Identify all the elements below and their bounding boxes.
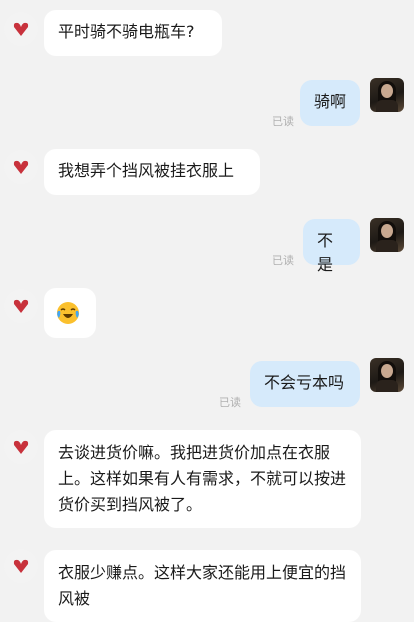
read-receipt: 已读 xyxy=(272,115,294,128)
user-avatar[interactable] xyxy=(370,358,404,392)
red-leaf-icon xyxy=(13,559,29,573)
user-avatar[interactable] xyxy=(370,78,404,112)
contact-avatar[interactable] xyxy=(4,12,38,46)
message-bubble[interactable]: 不是 xyxy=(303,219,360,274)
red-leaf-icon xyxy=(13,440,29,454)
read-receipt: 已读 xyxy=(272,254,294,267)
read-receipt: 已读 xyxy=(219,396,241,409)
message-bubble[interactable]: 不会亏本吗 xyxy=(250,361,360,407)
red-leaf-icon xyxy=(13,22,29,36)
contact-avatar[interactable] xyxy=(4,289,38,323)
red-leaf-icon xyxy=(13,160,29,174)
message-bubble[interactable]: 骑啊 xyxy=(300,80,360,126)
user-avatar[interactable] xyxy=(370,218,404,252)
crying-laughing-emoji-icon xyxy=(57,302,79,324)
message-bubble-emoji[interactable] xyxy=(44,288,96,338)
contact-avatar[interactable] xyxy=(4,430,38,464)
message-bubble[interactable]: 我想弄个挡风被挂衣服上 xyxy=(44,149,260,195)
message-bubble[interactable]: 去谈进货价嘛。我把进货价加点在衣服上。这样如果有人有需求，不就可以按进货价买到挡… xyxy=(44,430,361,528)
message-bubble[interactable]: 衣服少赚点。这样大家还能用上便宜的挡风被 xyxy=(44,550,361,622)
contact-avatar[interactable] xyxy=(4,150,38,184)
message-bubble[interactable]: 平时骑不骑电瓶车? xyxy=(44,10,222,56)
red-leaf-icon xyxy=(13,299,29,313)
contact-avatar[interactable] xyxy=(4,549,38,583)
